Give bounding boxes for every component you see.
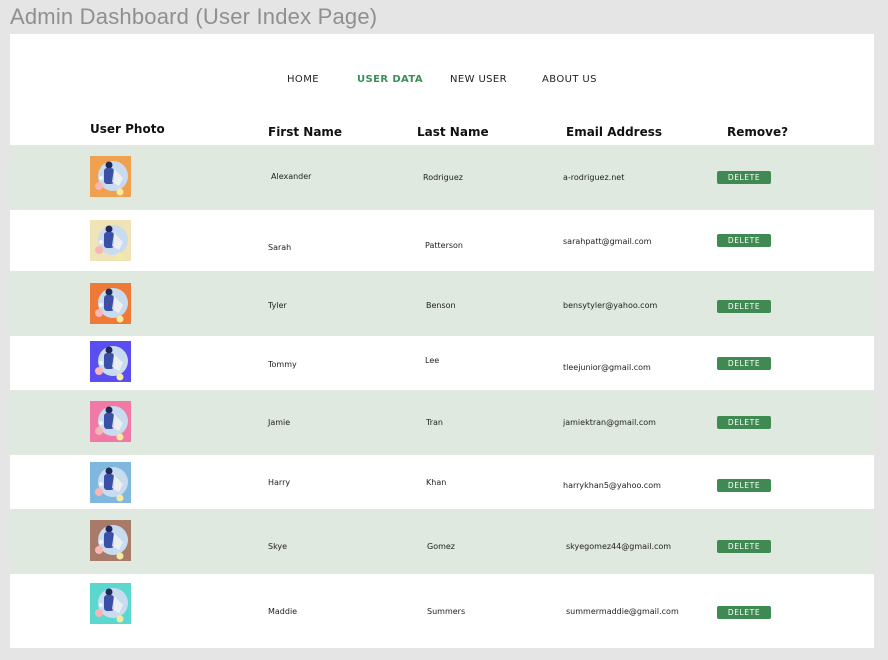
last-name-cell: Gomez <box>427 542 456 551</box>
email-cell: sarahpatt@gmail.com <box>563 237 652 246</box>
delete-button[interactable]: DELETE <box>717 479 771 492</box>
last-name-cell: Benson <box>426 301 456 310</box>
table-row: Jamie Tran jamiektran@gmail.com DELETE <box>10 390 874 455</box>
email-cell: harrykhan5@yahoo.com <box>563 481 661 490</box>
first-name-cell: Harry <box>268 478 291 487</box>
user-photo <box>90 520 131 561</box>
email-cell: tleejunior@gmail.com <box>563 363 651 372</box>
last-name-cell: Rodriguez <box>423 173 463 182</box>
header-remove: Remove? <box>727 125 789 139</box>
first-name-cell: Jamie <box>268 418 291 427</box>
delete-button[interactable]: DELETE <box>717 300 771 313</box>
table-row: Tommy Lee tleejunior@gmail.com DELETE <box>10 336 874 390</box>
top-nav: HOME USER DATA NEW USER ABOUT US <box>10 74 874 88</box>
person-avatar-icon <box>90 283 131 324</box>
nav-about-us[interactable]: ABOUT US <box>542 74 597 85</box>
last-name-cell: Khan <box>426 478 447 487</box>
person-avatar-icon <box>90 520 131 561</box>
last-name-cell: Patterson <box>425 241 463 250</box>
person-avatar-icon <box>90 156 131 197</box>
last-name-cell: Tran <box>426 418 443 427</box>
delete-button[interactable]: DELETE <box>717 540 771 553</box>
header-last-name: Last Name <box>417 125 489 139</box>
table-row: Sarah Patterson sarahpatt@gmail.com DELETE <box>10 210 874 271</box>
user-photo <box>90 401 131 442</box>
person-avatar-icon <box>90 341 131 382</box>
table-row: Maddie Summers summermaddie@gmail.com DELET… <box>10 574 874 648</box>
person-avatar-icon <box>90 401 131 442</box>
email-cell: a-rodriguez.net <box>563 173 625 182</box>
nav-user-data[interactable]: USER DATA <box>357 74 423 85</box>
person-avatar-icon <box>90 583 131 624</box>
header-email: Email Address <box>566 125 663 139</box>
table-row: Harry Khan harrykhan5@yahoo.com DELETE <box>10 455 874 509</box>
first-name-cell: Sarah <box>268 243 292 252</box>
table-row: Tyler Benson bensytyler@yahoo.com DELETE <box>10 271 874 336</box>
delete-button[interactable]: DELETE <box>717 357 771 370</box>
email-cell: skyegomez44@gmail.com <box>566 542 672 551</box>
user-photo <box>90 156 131 197</box>
header-first-name: First Name <box>268 125 343 139</box>
nav-home[interactable]: HOME <box>287 74 319 85</box>
user-photo <box>90 283 131 324</box>
first-name-cell: Alexander <box>271 172 312 181</box>
table-row: Alexander Rodriguez a-rodriguez.net DELETE <box>10 145 874 210</box>
dashboard-card: HOME USER DATA NEW USER ABOUT US User Ph… <box>10 34 874 648</box>
header-user-photo: User Photo <box>90 122 165 136</box>
last-name-cell: Summers <box>427 607 466 616</box>
first-name-cell: Skye <box>268 542 288 551</box>
email-cell: bensytyler@yahoo.com <box>563 301 658 310</box>
email-cell: summermaddie@gmail.com <box>566 607 679 616</box>
table-row: Skye Gomez skyegomez44@gmail.com DELETE <box>10 509 874 574</box>
person-avatar-icon <box>90 220 131 261</box>
user-photo <box>90 220 131 261</box>
delete-button[interactable]: DELETE <box>717 171 771 184</box>
user-photo <box>90 583 131 624</box>
first-name-cell: Maddie <box>268 607 298 616</box>
delete-button[interactable]: DELETE <box>717 234 771 247</box>
nav-new-user[interactable]: NEW USER <box>450 74 507 85</box>
user-photo <box>90 462 131 503</box>
last-name-cell: Lee <box>425 356 440 365</box>
first-name-cell: Tyler <box>268 301 287 310</box>
delete-button[interactable]: DELETE <box>717 416 771 429</box>
first-name-cell: Tommy <box>268 360 297 369</box>
user-photo <box>90 341 131 382</box>
email-cell: jamiektran@gmail.com <box>563 418 656 427</box>
delete-button[interactable]: DELETE <box>717 606 771 619</box>
person-avatar-icon <box>90 462 131 503</box>
frame-title: Admin Dashboard (User Index Page) <box>10 4 378 29</box>
